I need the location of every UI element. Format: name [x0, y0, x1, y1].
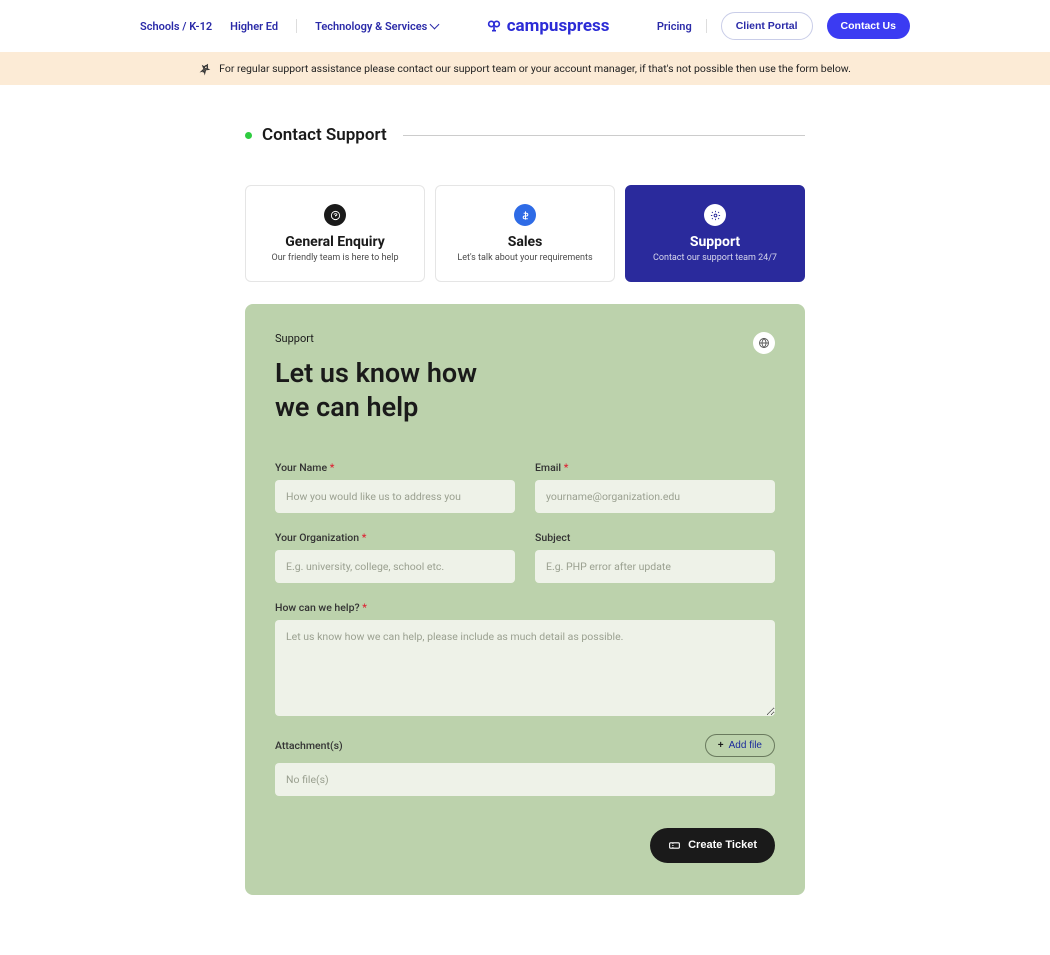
info-banner: For regular support assistance please co…	[0, 52, 1050, 85]
banner-text: For regular support assistance please co…	[219, 62, 851, 75]
chat-icon	[324, 204, 346, 226]
nav-schools[interactable]: Schools / K-12	[140, 20, 212, 33]
dollar-icon	[514, 204, 536, 226]
tab-general-enquiry[interactable]: General Enquiry Our friendly team is her…	[245, 185, 425, 282]
tab-subtitle: Contact our support team 24/7	[636, 253, 794, 263]
logo-icon	[486, 18, 502, 34]
nav-divider-right	[706, 19, 707, 33]
name-label: Your Name *	[275, 461, 515, 474]
email-label: Email *	[535, 461, 775, 474]
globe-icon	[758, 337, 770, 349]
subject-label: Subject	[535, 531, 775, 544]
tab-subtitle: Our friendly team is here to help	[256, 253, 414, 263]
add-file-label: Add file	[729, 740, 762, 751]
language-button[interactable]	[753, 332, 775, 354]
chevron-down-icon	[430, 20, 440, 30]
plus-icon: +	[718, 740, 724, 751]
panel-title-line2: we can help	[275, 391, 418, 423]
tab-subtitle: Let's talk about your requirements	[446, 253, 604, 263]
add-file-button[interactable]: + Add file	[705, 734, 775, 757]
tab-title: General Enquiry	[256, 234, 414, 250]
gear-icon	[704, 204, 726, 226]
pin-icon	[197, 60, 213, 76]
status-dot	[245, 132, 252, 139]
create-ticket-label: Create Ticket	[688, 839, 757, 851]
nav-pricing[interactable]: Pricing	[657, 20, 692, 33]
create-ticket-button[interactable]: Create Ticket	[650, 828, 775, 863]
panel-kicker: Support	[275, 332, 477, 345]
logo[interactable]: campuspress	[486, 16, 610, 36]
logo-text: campuspress	[507, 16, 610, 36]
tab-title: Sales	[446, 234, 604, 250]
client-portal-button[interactable]: Client Portal	[721, 12, 813, 40]
tab-sales[interactable]: Sales Let's talk about your requirements	[435, 185, 615, 282]
email-input[interactable]	[535, 480, 775, 513]
panel-title: Let us know how we can help	[275, 357, 477, 425]
panel-title-line1: Let us know how	[275, 357, 477, 389]
tab-support[interactable]: Support Contact our support team 24/7	[625, 185, 805, 282]
tab-title: Support	[636, 234, 794, 250]
support-form-panel: Support Let us know how we can help Your…	[245, 304, 805, 895]
name-input[interactable]	[275, 480, 515, 513]
subject-input[interactable]	[535, 550, 775, 583]
help-textarea[interactable]	[275, 620, 775, 716]
ticket-icon	[668, 839, 681, 852]
help-label: How can we help? *	[275, 601, 775, 614]
page-title: Contact Support	[262, 125, 387, 145]
contact-us-button[interactable]: Contact Us	[827, 13, 910, 39]
organization-input[interactable]	[275, 550, 515, 583]
nav-divider	[296, 19, 297, 33]
nav-technology-services-label: Technology & Services	[315, 20, 427, 33]
attachments-label: Attachment(s)	[275, 739, 343, 752]
title-line	[403, 135, 805, 136]
nav-higher-ed[interactable]: Higher Ed	[230, 20, 278, 33]
file-list-display: No file(s)	[275, 763, 775, 796]
organization-label: Your Organization *	[275, 531, 515, 544]
nav-technology-services[interactable]: Technology & Services	[315, 20, 438, 33]
